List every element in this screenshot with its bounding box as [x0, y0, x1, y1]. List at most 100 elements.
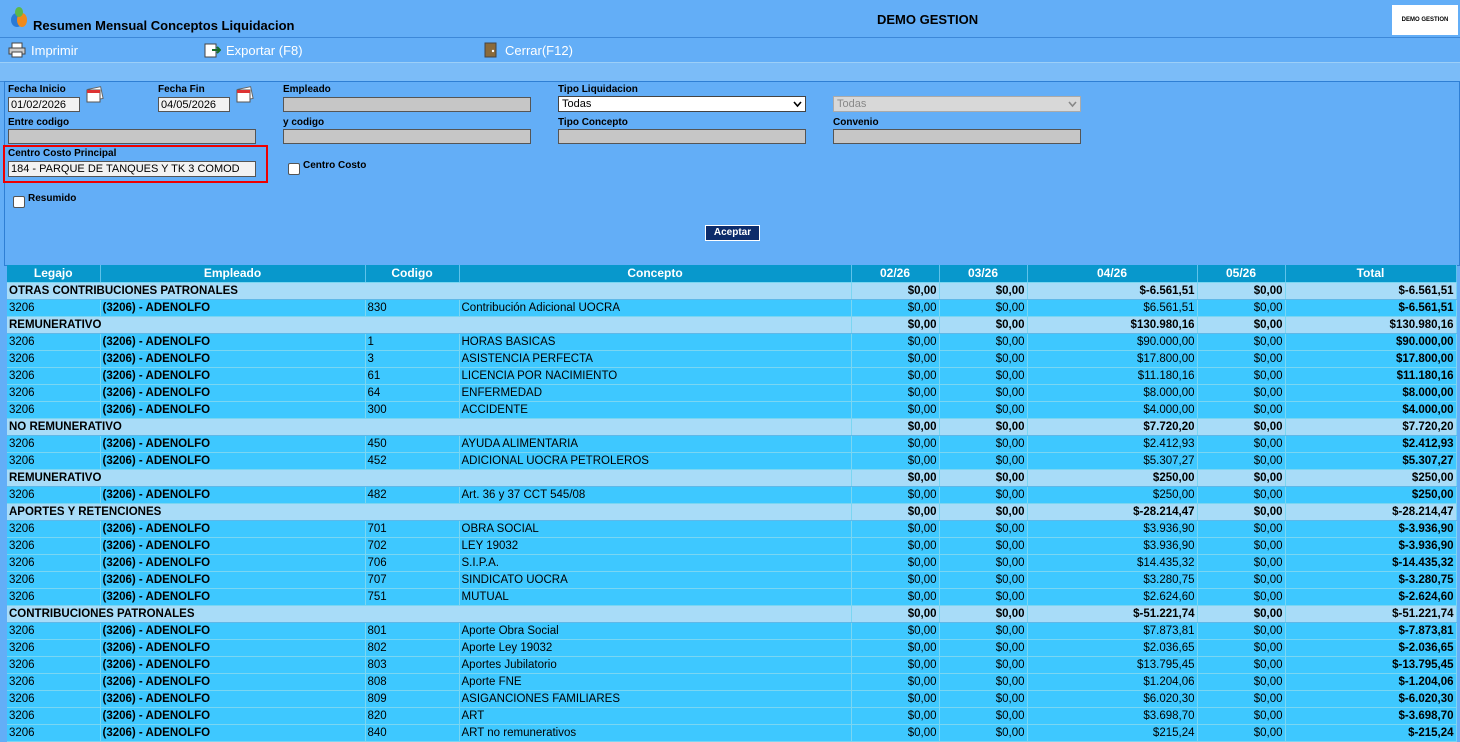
table-row[interactable]: 3206 (3206) - ADENOLFO 706 S.I.P.A. $0,00 $0,…	[7, 554, 1457, 572]
group-total-cell: $0,00	[851, 418, 940, 436]
group-row[interactable]: REMUNERATIVO $0,00 $0,00 $130.980,16 $0,00 $1…	[7, 316, 1457, 334]
fecha-fin-input[interactable]: 04/05/2026	[158, 97, 230, 112]
month-cell: $14.435,32	[1027, 554, 1198, 572]
month-cell: $0,00	[939, 520, 1028, 538]
month-cell: $0,00	[851, 452, 940, 470]
month-cell: $0,00	[1197, 367, 1286, 385]
resumido-checkbox[interactable]	[13, 196, 25, 208]
y-codigo-input[interactable]	[283, 129, 531, 144]
table-row[interactable]: 3206 (3206) - ADENOLFO 803 Aportes Jubilato…	[7, 656, 1457, 674]
group-row[interactable]: CONTRIBUCIONES PATRONALES $0,00 $0,00 $-51.…	[7, 605, 1457, 623]
concepto-cell: ACCIDENTE	[459, 401, 852, 419]
centro-costo-checkbox[interactable]	[288, 163, 300, 175]
group-row[interactable]: REMUNERATIVO $0,00 $0,00 $250,00 $0,00 $250,0…	[7, 469, 1457, 487]
table-row[interactable]: 3206 (3206) - ADENOLFO 61 LICENCIA POR NACI…	[7, 367, 1457, 385]
table-row[interactable]: 3206 (3206) - ADENOLFO 809 ASIGANCIONES FAM…	[7, 690, 1457, 708]
calendar-icon[interactable]	[235, 85, 255, 103]
table-row[interactable]: 3206 (3206) - ADENOLFO 450 AYUDA ALIMENTARI…	[7, 435, 1457, 453]
month-cell: $0,00	[1197, 299, 1286, 317]
month-cell: $0,00	[851, 435, 940, 453]
legajo-cell: 3206	[7, 367, 101, 385]
concepto-cell: ART no remunerativos	[459, 724, 852, 742]
total-cell: $-6.020,30	[1285, 690, 1457, 708]
total-cell: $-215,24	[1285, 724, 1457, 742]
table-row[interactable]: 3206 (3206) - ADENOLFO 820 ART $0,00 $0,00 $3.…	[7, 707, 1457, 725]
total-cell: $-3.936,90	[1285, 537, 1457, 555]
codigo-cell: 450	[365, 435, 460, 453]
month-cell: $0,00	[939, 299, 1028, 317]
month-cell: $0,00	[851, 384, 940, 402]
tipo-liquidacion-select[interactable]: Todas	[558, 96, 806, 112]
export-button[interactable]: Exportar (F8)	[203, 41, 303, 59]
print-button[interactable]: Imprimir	[8, 41, 78, 59]
table-row[interactable]: 3206 (3206) - ADENOLFO 702 LEY 19032 $0,00 $0…	[7, 537, 1457, 555]
column-header[interactable]: 05/26	[1197, 265, 1286, 283]
table-row[interactable]: 3206 (3206) - ADENOLFO 64 ENFERMEDAD $0,00 $0…	[7, 384, 1457, 402]
fecha-inicio-input[interactable]: 01/02/2026	[8, 97, 80, 112]
codigo-cell: 701	[365, 520, 460, 538]
concepto-cell: LICENCIA POR NACIMIENTO	[459, 367, 852, 385]
table-row[interactable]: 3206 (3206) - ADENOLFO 707 SINDICATO UOCRA $…	[7, 571, 1457, 589]
group-row[interactable]: OTRAS CONTRIBUCIONES PATRONALES $0,00 $0,0…	[7, 282, 1457, 300]
table-row[interactable]: 3206 (3206) - ADENOLFO 482 Art. 36 y 37 CCT…	[7, 486, 1457, 504]
codigo-cell: 482	[365, 486, 460, 504]
month-cell: $0,00	[851, 690, 940, 708]
total-cell: $-13.795,45	[1285, 656, 1457, 674]
accept-button[interactable]: Aceptar	[705, 225, 760, 241]
table-row[interactable]: 3206 (3206) - ADENOLFO 840 ART no remunerat…	[7, 724, 1457, 742]
legajo-cell: 3206	[7, 724, 101, 742]
column-header[interactable]: 02/26	[851, 265, 940, 283]
close-button[interactable]: Cerrar(F12)	[482, 41, 573, 59]
centro-costo-label: Centro Costo	[303, 160, 367, 171]
table-row[interactable]: 3206 (3206) - ADENOLFO 300 ACCIDENTE $0,00 $0…	[7, 401, 1457, 419]
table-row[interactable]: 3206 (3206) - ADENOLFO 3 ASISTENCIA PERFECT…	[7, 350, 1457, 368]
month-cell: $0,00	[851, 520, 940, 538]
total-cell: $8.000,00	[1285, 384, 1457, 402]
month-cell: $0,00	[851, 656, 940, 674]
group-row[interactable]: NO REMUNERATIVO $0,00 $0,00 $7.720,20 $0,00 $…	[7, 418, 1457, 436]
column-header[interactable]: Legajo	[7, 265, 101, 283]
column-header[interactable]: 04/26	[1027, 265, 1198, 283]
total-cell: $-2.036,65	[1285, 639, 1457, 657]
table-row[interactable]: 3206 (3206) - ADENOLFO 801 Aporte Obra Soci…	[7, 622, 1457, 640]
column-header[interactable]: Total	[1285, 265, 1457, 283]
table-row[interactable]: 3206 (3206) - ADENOLFO 1 HORAS BASICAS $0,00…	[7, 333, 1457, 351]
group-row[interactable]: APORTES Y RETENCIONES $0,00 $0,00 $-28.214,…	[7, 503, 1457, 521]
table-row[interactable]: 3206 (3206) - ADENOLFO 830 Contribución Adi…	[7, 299, 1457, 317]
group-total-cell: $0,00	[1197, 418, 1286, 436]
legajo-cell: 3206	[7, 520, 101, 538]
codigo-cell: 840	[365, 724, 460, 742]
codigo-cell: 802	[365, 639, 460, 657]
entre-codigo-input[interactable]	[8, 129, 256, 144]
convenio-input[interactable]	[833, 129, 1081, 144]
group-total-cell: $-28.214,47	[1285, 503, 1457, 521]
month-cell: $2.412,93	[1027, 435, 1198, 453]
column-header[interactable]: 03/26	[939, 265, 1028, 283]
close-label: Cerrar(F12)	[505, 42, 573, 58]
group-total-cell: $0,00	[851, 469, 940, 487]
month-cell: $0,00	[1197, 724, 1286, 742]
group-name: REMUNERATIVO	[7, 469, 852, 487]
column-header[interactable]: Codigo	[365, 265, 460, 283]
legajo-cell: 3206	[7, 401, 101, 419]
column-header[interactable]: Empleado	[100, 265, 366, 283]
tipo-concepto-input[interactable]	[558, 129, 806, 144]
concepto-cell: ART	[459, 707, 852, 725]
table-row[interactable]: 3206 (3206) - ADENOLFO 452 ADICIONAL UOCRA …	[7, 452, 1457, 470]
table-row[interactable]: 3206 (3206) - ADENOLFO 808 Aporte FNE $0,00 $…	[7, 673, 1457, 691]
table-row[interactable]: 3206 (3206) - ADENOLFO 701 OBRA SOCIAL $0,00…	[7, 520, 1457, 538]
calendar-icon[interactable]	[85, 85, 105, 103]
empleado-input[interactable]	[283, 97, 531, 112]
legajo-cell: 3206	[7, 622, 101, 640]
month-cell: $0,00	[939, 571, 1028, 589]
month-cell: $0,00	[851, 639, 940, 657]
tipo-liquidacion-secondary-select: Todas	[833, 96, 1081, 112]
group-total-cell: $0,00	[1197, 605, 1286, 623]
table-row[interactable]: 3206 (3206) - ADENOLFO 802 Aporte Ley 19032…	[7, 639, 1457, 657]
column-header[interactable]: Concepto	[459, 265, 852, 283]
table-row[interactable]: 3206 (3206) - ADENOLFO 751 MUTUAL $0,00 $0,00…	[7, 588, 1457, 606]
fecha-fin-label: Fecha Fin	[158, 84, 205, 95]
group-total-cell: $130.980,16	[1027, 316, 1198, 334]
month-cell: $0,00	[1197, 673, 1286, 691]
month-cell: $0,00	[939, 350, 1028, 368]
